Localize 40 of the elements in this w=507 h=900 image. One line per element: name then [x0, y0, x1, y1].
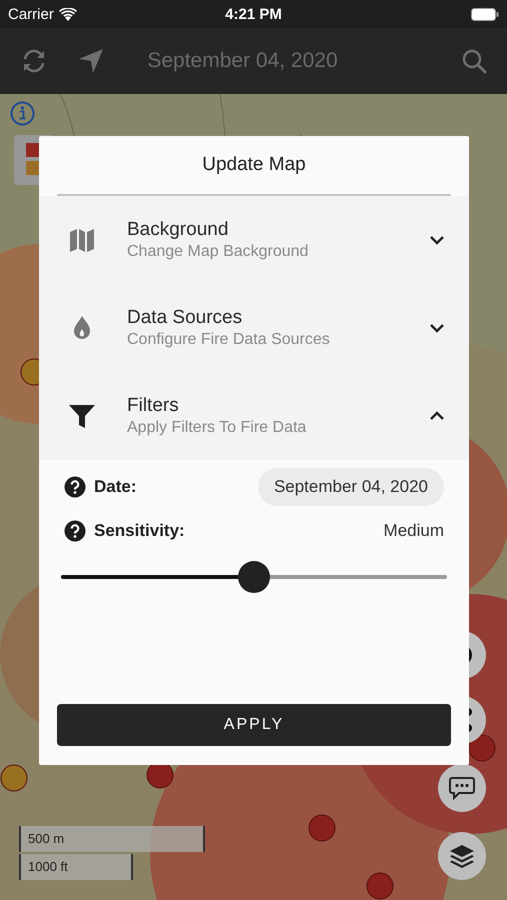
fire-marker[interactable]	[366, 872, 394, 900]
wifi-icon	[58, 8, 77, 20]
accordion-header[interactable]: Data Sources Configure Fire Data Sources	[39, 284, 469, 372]
section-subtitle: Apply Filters To Fire Data	[127, 419, 306, 437]
slider-thumb[interactable]	[238, 561, 270, 593]
location-arrow-icon[interactable]	[78, 48, 104, 74]
accordion-header[interactable]: Background Change Map Background	[39, 196, 469, 284]
chat-icon	[449, 776, 475, 800]
dialog-title: Update Map	[201, 153, 307, 177]
flame-icon	[72, 315, 92, 341]
chevron-down-icon	[429, 235, 445, 245]
carrier-name: Carrier	[8, 6, 54, 22]
section-title: Background	[127, 219, 230, 241]
fire-marker[interactable]	[0, 764, 28, 792]
sensitivity-value: Medium	[384, 521, 444, 541]
sensitivity-slider[interactable]	[61, 561, 447, 593]
fire-marker[interactable]	[308, 814, 336, 842]
date-picker[interactable]: September 04, 2020	[258, 468, 444, 506]
clock-time: 4:21 PM	[225, 6, 282, 22]
apply-button[interactable]: APPLY	[57, 704, 451, 746]
field-label: Sensitivity:	[94, 521, 185, 541]
section-subtitle: Configure Fire Data Sources	[127, 331, 330, 349]
accordion-header[interactable]: Filters Apply Filters To Fire Data	[39, 372, 469, 460]
field-label: Date:	[94, 477, 137, 497]
section-title: Data Sources	[127, 307, 244, 329]
scale-bar: 1000 ft	[19, 854, 133, 880]
nav-title: September 04, 2020	[146, 49, 339, 73]
section-subtitle: Change Map Background	[127, 243, 308, 261]
filter-icon	[68, 403, 96, 429]
layers-icon	[449, 843, 475, 869]
map-icon	[69, 227, 95, 253]
help-icon[interactable]	[64, 476, 86, 498]
fire-marker[interactable]	[468, 734, 496, 762]
chevron-down-icon	[429, 323, 445, 333]
battery-icon	[471, 8, 499, 20]
help-icon[interactable]	[64, 520, 86, 542]
search-icon[interactable]	[461, 48, 487, 74]
section-title: Filters	[127, 395, 180, 417]
scale-bar: 500 m	[19, 826, 205, 852]
chevron-up-icon	[429, 411, 445, 421]
